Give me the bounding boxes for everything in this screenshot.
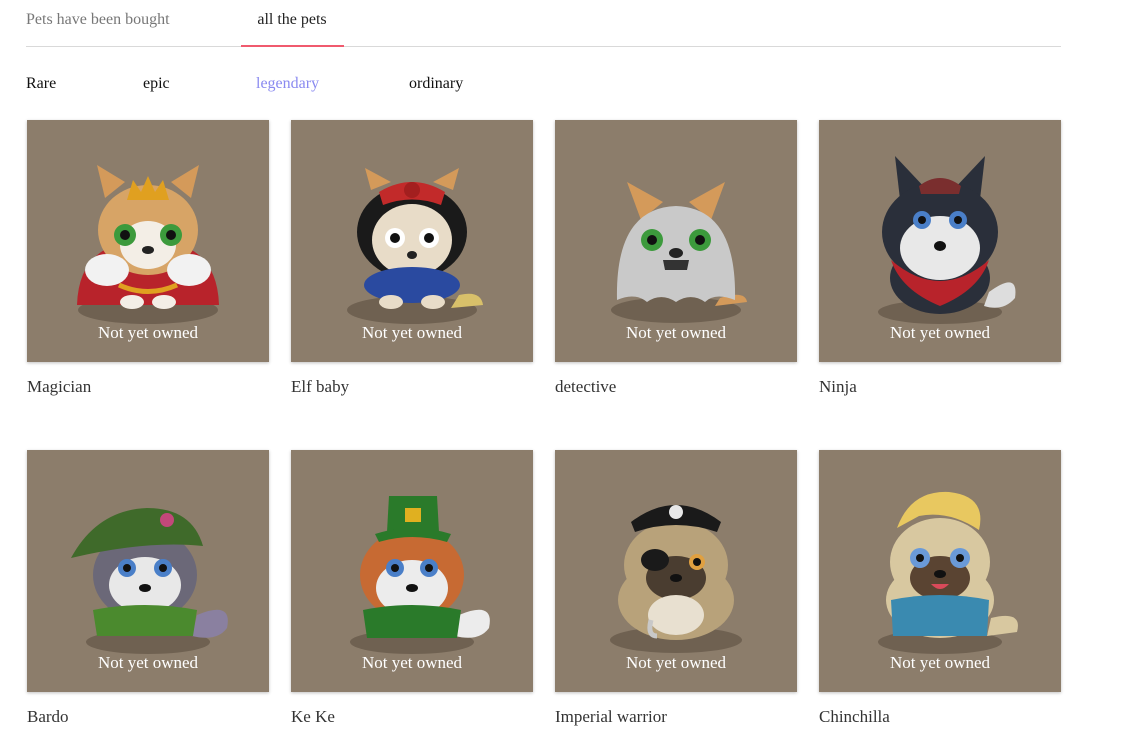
pet-image-detective[interactable]: Not yet owned xyxy=(555,120,797,362)
pet-image-imperial-warrior[interactable]: Not yet owned xyxy=(555,450,797,692)
tab-bar: Pets have been bought all the pets xyxy=(26,0,1061,47)
pet-name: Ke Ke xyxy=(291,707,335,726)
tab-pets-bought[interactable]: Pets have been bought xyxy=(26,10,170,46)
pet-card[interactable]: Not yet owned Elf baby xyxy=(291,120,533,396)
pet-card[interactable]: Not yet owned detective xyxy=(555,120,797,396)
tab-all-pets[interactable]: all the pets xyxy=(241,10,343,46)
pet-card[interactable]: Not yet owned Bardo xyxy=(27,450,269,726)
pet-name: detective xyxy=(555,377,617,396)
ownership-status: Not yet owned xyxy=(97,653,199,672)
pet-card[interactable]: Not yet owned Magician xyxy=(27,120,269,396)
ownership-status: Not yet owned xyxy=(889,653,991,672)
filter-ordinary[interactable]: ordinary xyxy=(409,75,463,93)
pet-name: Magician xyxy=(27,377,92,396)
filter-epic[interactable]: epic xyxy=(143,75,170,93)
pet-name: Elf baby xyxy=(291,377,350,396)
pet-image-elf-baby[interactable]: Not yet owned xyxy=(291,120,533,362)
pet-name: Ninja xyxy=(819,377,857,396)
filter-legendary[interactable]: legendary xyxy=(256,75,319,93)
pet-image-bardo[interactable]: Not yet owned xyxy=(27,450,269,692)
pet-name: Chinchilla xyxy=(819,707,890,726)
pet-image-ninja[interactable]: Not yet owned xyxy=(819,120,1061,362)
pet-card[interactable]: Not yet owned Imperial warrior xyxy=(555,450,797,726)
ownership-status: Not yet owned xyxy=(361,323,463,342)
pet-card[interactable]: Not yet owned Chinchilla xyxy=(819,450,1061,726)
ownership-status: Not yet owned xyxy=(361,653,463,672)
pet-name: Bardo xyxy=(27,707,69,726)
active-tab-indicator xyxy=(241,45,344,47)
pet-card[interactable]: Not yet owned Ke Ke xyxy=(291,450,533,726)
pet-name: Imperial warrior xyxy=(555,707,667,726)
pet-image-magician[interactable]: Not yet owned xyxy=(27,120,269,362)
ownership-status: Not yet owned xyxy=(625,653,727,672)
pet-card[interactable]: Not yet owned Ninja xyxy=(819,120,1061,396)
pet-image-ke-ke[interactable]: Not yet owned xyxy=(291,450,533,692)
ownership-status: Not yet owned xyxy=(625,323,727,342)
filter-rare[interactable]: Rare xyxy=(26,75,56,93)
pet-image-chinchilla[interactable]: Not yet owned xyxy=(819,450,1061,692)
ownership-status: Not yet owned xyxy=(97,323,199,342)
ownership-status: Not yet owned xyxy=(889,323,991,342)
